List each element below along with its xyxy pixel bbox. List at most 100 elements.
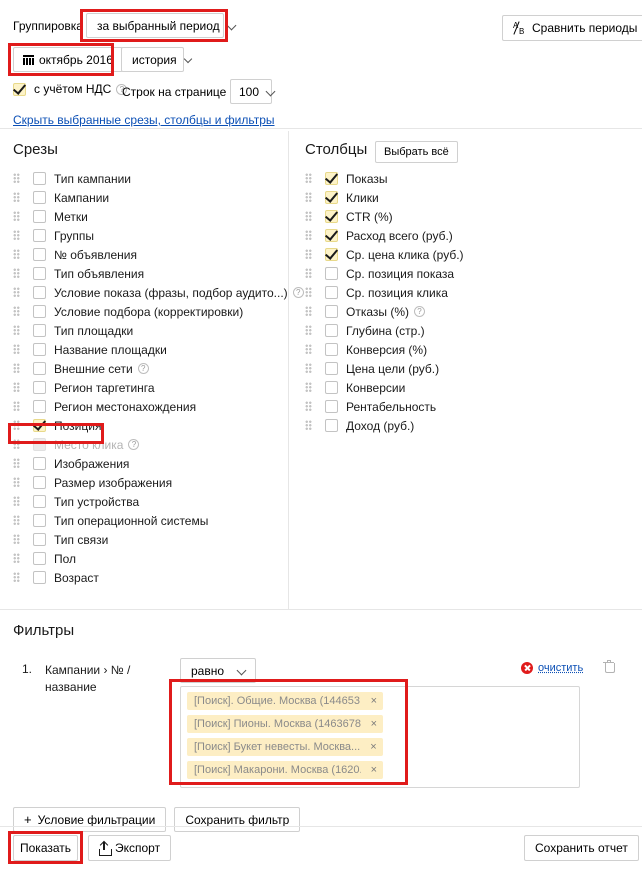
slice-item[interactable]: Метки	[13, 207, 283, 226]
drag-handle-icon[interactable]	[13, 477, 20, 488]
slice-checkbox[interactable]	[33, 324, 46, 337]
slice-item[interactable]: Группы	[13, 226, 283, 245]
drag-handle-icon[interactable]	[305, 287, 312, 298]
slice-item[interactable]: Тип площадки	[13, 321, 283, 340]
drag-handle-icon[interactable]	[13, 344, 20, 355]
remove-tag-icon[interactable]: ×	[371, 695, 377, 707]
drag-handle-icon[interactable]	[305, 211, 312, 222]
slice-item[interactable]: № объявления	[13, 245, 283, 264]
drag-handle-icon[interactable]	[305, 192, 312, 203]
slice-item[interactable]: Изображения	[13, 454, 283, 473]
help-icon[interactable]: ?	[137, 363, 149, 374]
drag-handle-icon[interactable]	[13, 515, 20, 526]
help-icon[interactable]: ?	[292, 287, 304, 298]
slice-checkbox[interactable]	[33, 381, 46, 394]
slice-checkbox[interactable]	[33, 286, 46, 299]
slice-item[interactable]: Регион местонахождения	[13, 397, 283, 416]
slice-checkbox[interactable]	[33, 191, 46, 204]
column-checkbox[interactable]	[325, 191, 338, 204]
column-checkbox[interactable]	[325, 305, 338, 318]
column-item[interactable]: CTR (%)	[305, 207, 625, 226]
slice-item[interactable]: Кампании	[13, 188, 283, 207]
slice-checkbox[interactable]	[33, 305, 46, 318]
column-item[interactable]: Клики	[305, 188, 625, 207]
drag-handle-icon[interactable]	[13, 249, 20, 260]
drag-handle-icon[interactable]	[305, 325, 312, 336]
drag-handle-icon[interactable]	[305, 401, 312, 412]
slice-checkbox[interactable]	[33, 495, 46, 508]
drag-handle-icon[interactable]	[305, 363, 312, 374]
remove-tag-icon[interactable]: ×	[370, 741, 376, 753]
drag-handle-icon[interactable]	[13, 211, 20, 222]
hide-selections-link[interactable]: Скрыть выбранные срезы, столбцы и фильтр…	[13, 113, 275, 127]
filter-value-tag[interactable]: [Поиск] Макарони. Москва (1620... ×	[187, 761, 383, 779]
slice-item[interactable]: Условие подбора (корректировки)	[13, 302, 283, 321]
vat-checkbox[interactable]	[13, 82, 26, 96]
filter-operator-select[interactable]: равно	[180, 658, 256, 683]
remove-tag-icon[interactable]: ×	[371, 764, 377, 776]
slice-checkbox[interactable]	[33, 267, 46, 280]
history-select[interactable]: история	[121, 47, 184, 72]
drag-handle-icon[interactable]	[13, 420, 20, 431]
slice-checkbox[interactable]	[33, 419, 46, 432]
column-checkbox[interactable]	[325, 229, 338, 242]
clear-filter-link[interactable]: очистить	[521, 662, 583, 674]
compare-periods-button[interactable]: AB Сравнить периоды	[502, 15, 642, 41]
slice-checkbox[interactable]	[33, 400, 46, 413]
column-item[interactable]: Конверсии	[305, 378, 625, 397]
help-icon[interactable]: ?	[128, 439, 140, 450]
column-item[interactable]: Показы	[305, 169, 625, 188]
drag-handle-icon[interactable]	[13, 572, 20, 583]
drag-handle-icon[interactable]	[13, 363, 20, 374]
column-item[interactable]: Глубина (стр.)	[305, 321, 625, 340]
slice-item[interactable]: Тип устройства	[13, 492, 283, 511]
select-all-button[interactable]: Выбрать всё	[375, 141, 458, 163]
column-checkbox[interactable]	[325, 419, 338, 432]
slice-item[interactable]: Размер изображения	[13, 473, 283, 492]
column-item[interactable]: Отказы (%)?	[305, 302, 625, 321]
slice-item[interactable]: Условие показа (фразы, подбор аудито...)…	[13, 283, 304, 302]
column-checkbox[interactable]	[325, 286, 338, 299]
column-checkbox[interactable]	[325, 172, 338, 185]
slice-checkbox[interactable]	[33, 552, 46, 565]
slice-checkbox[interactable]	[33, 533, 46, 546]
column-item[interactable]: Ср. цена клика (руб.)	[305, 245, 625, 264]
slice-item[interactable]: Пол	[13, 549, 283, 568]
column-item[interactable]: Ср. позиция показа	[305, 264, 625, 283]
drag-handle-icon[interactable]	[13, 287, 20, 298]
drag-handle-icon[interactable]	[305, 420, 312, 431]
rows-per-page-select[interactable]: 100	[230, 79, 272, 104]
slice-item[interactable]: Тип объявления	[13, 264, 283, 283]
drag-handle-icon[interactable]	[305, 173, 312, 184]
drag-handle-icon[interactable]	[305, 268, 312, 279]
drag-handle-icon[interactable]	[13, 401, 20, 412]
drag-handle-icon[interactable]	[305, 382, 312, 393]
column-item[interactable]: Доход (руб.)	[305, 416, 625, 435]
export-button[interactable]: Экспорт	[88, 835, 172, 861]
slice-item[interactable]: Тип связи	[13, 530, 283, 549]
slice-item[interactable]: Внешние сети?	[13, 359, 283, 378]
drag-handle-icon[interactable]	[305, 306, 312, 317]
slice-checkbox[interactable]	[33, 248, 46, 261]
slice-checkbox[interactable]	[33, 514, 46, 527]
column-checkbox[interactable]	[325, 324, 338, 337]
slice-checkbox[interactable]	[33, 476, 46, 489]
remove-tag-icon[interactable]: ×	[371, 718, 377, 730]
grouping-select[interactable]: за выбранный период	[86, 13, 224, 38]
slice-item[interactable]: Название площадки	[13, 340, 283, 359]
drag-handle-icon[interactable]	[305, 344, 312, 355]
drag-handle-icon[interactable]	[13, 306, 20, 317]
column-item[interactable]: Рентабельность	[305, 397, 625, 416]
drag-handle-icon[interactable]	[305, 230, 312, 241]
column-checkbox[interactable]	[325, 381, 338, 394]
drag-handle-icon[interactable]	[305, 249, 312, 260]
slice-item[interactable]: Возраст	[13, 568, 283, 587]
slice-item[interactable]: Тип кампании	[13, 169, 283, 188]
drag-handle-icon[interactable]	[13, 496, 20, 507]
slice-checkbox[interactable]	[33, 571, 46, 584]
filter-value-tag[interactable]: [Поиск] Букет невесты. Москва... ×	[187, 738, 383, 756]
filter-value-tag[interactable]: [Поиск]. Общие. Москва (144653... ×	[187, 692, 383, 710]
delete-filter-button[interactable]	[603, 660, 617, 676]
show-button[interactable]: Показать	[13, 835, 78, 861]
vat-checkbox-row[interactable]: с учётом НДС ?	[13, 82, 128, 96]
